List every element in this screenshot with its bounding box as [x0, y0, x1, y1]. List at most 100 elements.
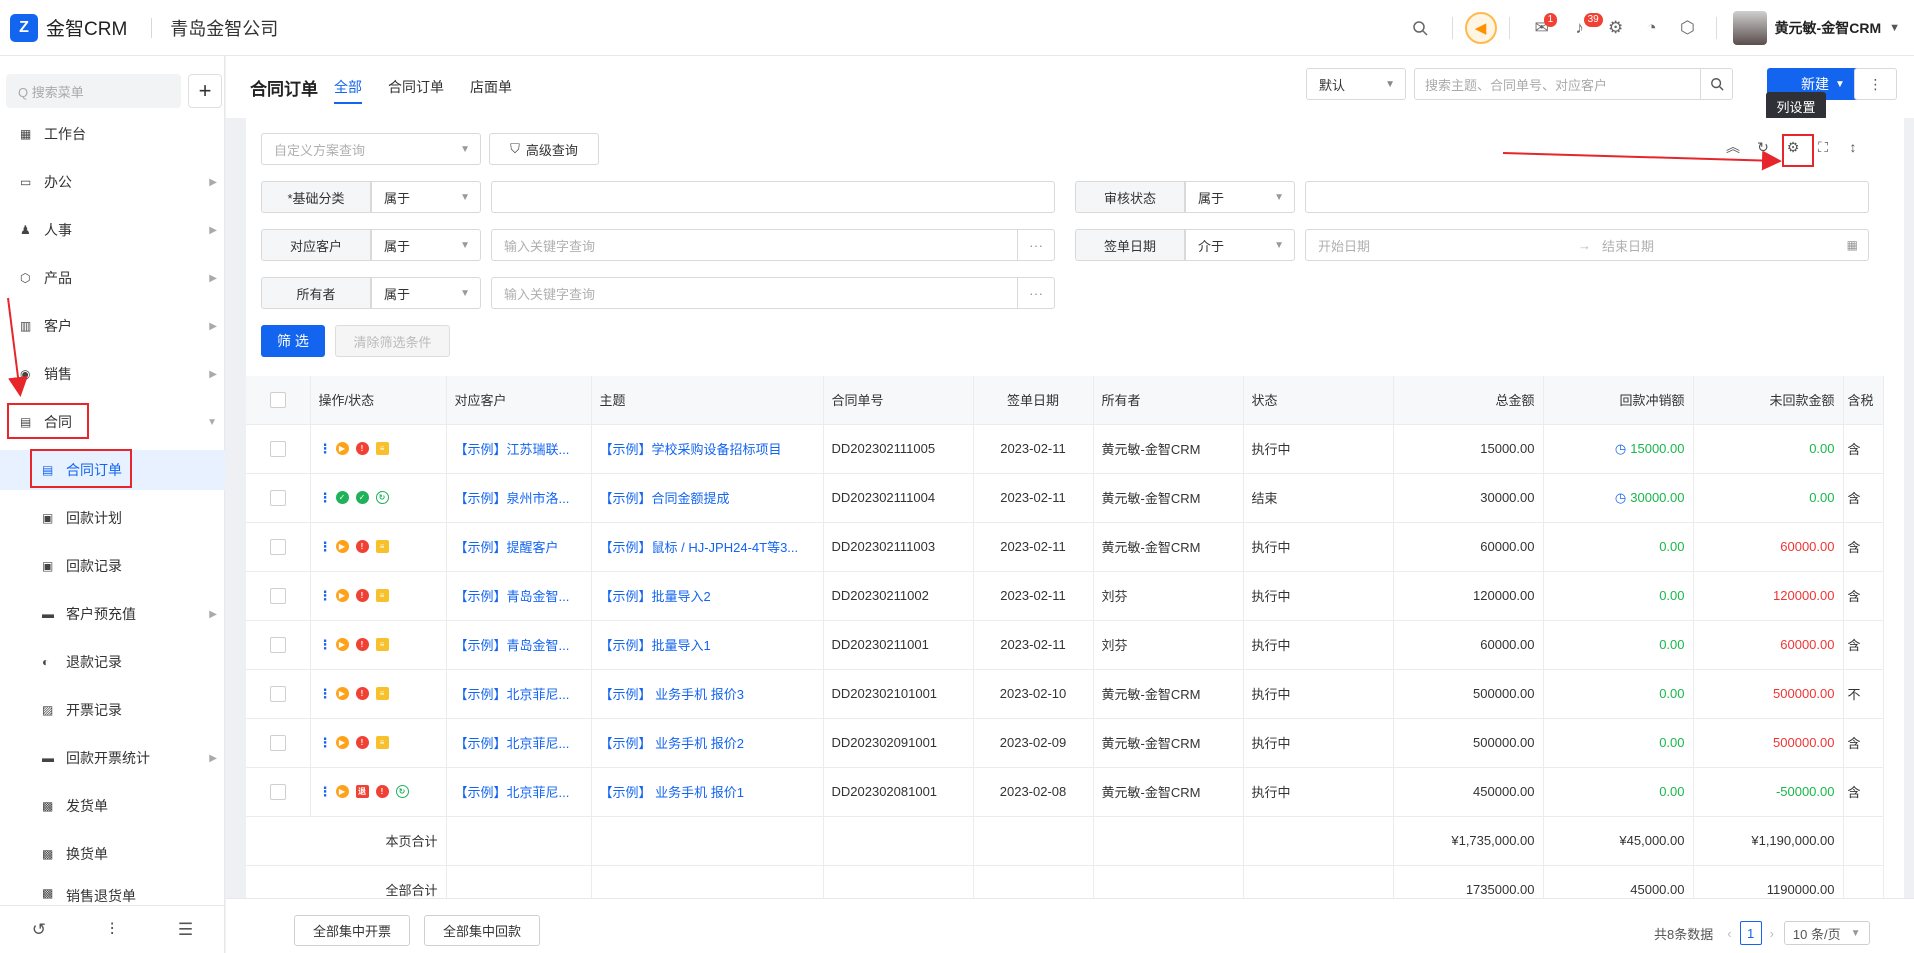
subject-link[interactable]: 【示例】 业务手机 报价1: [591, 767, 824, 817]
sidebar-item-customer[interactable]: ▥ 客户 ▶: [0, 306, 225, 346]
gear-icon[interactable]: ⚙: [1598, 8, 1634, 48]
table-row[interactable]: ⋮ ▶ 退! ↻ 【示例】北京菲尼... 【示例】 业务手机 报价1 DD202302…: [246, 767, 1884, 817]
more-button[interactable]: ⋮: [1854, 68, 1897, 100]
row-checkbox[interactable]: [246, 718, 311, 768]
search-button[interactable]: [1700, 68, 1733, 100]
chevron-down-icon[interactable]: ▼: [1889, 22, 1900, 34]
play-icon[interactable]: ▶: [335, 540, 349, 553]
table-row[interactable]: ⋮ ▶! ≡ 【示例】青岛金智... 【示例】批量导入2 DD20230211002…: [246, 571, 1884, 621]
sidebar-item-invoice[interactable]: ▨ 开票记录: [0, 690, 225, 730]
column-header[interactable]: 合同单号: [823, 376, 974, 425]
row-checkbox[interactable]: [246, 767, 311, 817]
refresh-icon[interactable]: ↻: [375, 491, 389, 504]
sidebar-item-workbench[interactable]: ▦ 工作台: [0, 114, 225, 154]
subject-link[interactable]: 【示例】合同金额提成: [591, 473, 824, 523]
play-icon[interactable]: ▶: [335, 442, 349, 455]
alert-icon[interactable]: !: [355, 589, 369, 602]
refresh-icon[interactable]: ↻: [1748, 132, 1778, 162]
customer-link[interactable]: 【示例】江苏瑞联...: [446, 424, 592, 474]
more-vertical-icon[interactable]: ⋮: [319, 637, 332, 653]
search-icon[interactable]: [1400, 8, 1440, 48]
customer-link[interactable]: 【示例】青岛金智...: [446, 571, 592, 621]
owner-keyword-input[interactable]: 输入关键字查询: [491, 277, 1018, 309]
batch-payment-button[interactable]: 全部集中回款: [424, 915, 540, 946]
more-vertical-icon[interactable]: ⋮: [319, 735, 332, 751]
table-row[interactable]: ⋮ ✓ ✓ ↻ 【示例】泉州市洛... 【示例】合同金额提成 DD2023021110…: [246, 473, 1884, 523]
view-select[interactable]: 默认 ▼: [1306, 68, 1406, 100]
column-header[interactable]: 回款冲销额: [1543, 376, 1694, 425]
sidebar-item-office[interactable]: ▭ 办公 ▶: [0, 162, 225, 202]
table-row[interactable]: ⋮ ▶! ≡ 【示例】青岛金智... 【示例】批量导入1 DD20230211001…: [246, 620, 1884, 670]
column-header[interactable]: 未回款金额: [1693, 376, 1844, 425]
more-vertical-icon[interactable]: ⋮: [319, 539, 332, 555]
column-header[interactable]: 含税: [1843, 376, 1884, 425]
sidebar-item-contract-order[interactable]: ▤ 合同订单: [0, 450, 225, 490]
page-number[interactable]: 1: [1739, 921, 1762, 945]
start-date-input[interactable]: 开始日期: [1318, 236, 1578, 255]
subject-link[interactable]: 【示例】学校采购设备招标项目: [591, 424, 824, 474]
row-checkbox[interactable]: [246, 620, 311, 670]
sidebar-item-payment-record[interactable]: ▣ 回款记录: [0, 546, 225, 586]
tab-contract-order[interactable]: 合同订单: [388, 56, 444, 118]
tab-all[interactable]: 全部: [334, 56, 362, 118]
sidebar-item-hr[interactable]: ♟ 人事 ▶: [0, 210, 225, 250]
table-row[interactable]: ⋮ ▶! ≡ 【示例】江苏瑞联... 【示例】学校采购设备招标项目 DD202302…: [246, 424, 1884, 474]
table-row[interactable]: ⋮ ▶! ≡ 【示例】提醒客户 【示例】鼠标 / HJ-JPH24-4T等3... …: [246, 522, 1884, 572]
document-icon[interactable]: ≡: [375, 638, 389, 651]
sidebar-item-payment-plan[interactable]: ▣ 回款计划: [0, 498, 225, 538]
column-header[interactable]: 操作/状态: [310, 376, 447, 425]
alert-icon[interactable]: !: [375, 785, 389, 798]
sign-date-range[interactable]: 开始日期 → 结束日期 ▦: [1305, 229, 1869, 261]
column-header[interactable]: 签单日期: [973, 376, 1094, 425]
refresh-icon[interactable]: ↻: [395, 785, 409, 798]
row-height-icon[interactable]: ↕: [1838, 132, 1868, 162]
company-name[interactable]: 青岛金智公司: [170, 15, 278, 41]
next-page-icon[interactable]: ›: [1770, 926, 1774, 941]
subject-link[interactable]: 【示例】 业务手机 报价2: [591, 718, 824, 768]
filter-button[interactable]: 筛 选: [261, 325, 325, 357]
more-vertical-icon[interactable]: ⋮: [319, 441, 332, 457]
select-all-checkbox[interactable]: [246, 376, 311, 425]
sidebar-item-sales-return[interactable]: ▩ 销售退货单: [0, 882, 225, 904]
end-date-input[interactable]: 结束日期: [1602, 236, 1654, 255]
document-icon[interactable]: ≡: [375, 736, 389, 749]
bell-icon[interactable]: ♪ 39: [1562, 8, 1603, 48]
row-checkbox[interactable]: [246, 571, 311, 621]
customer-link[interactable]: 【示例】青岛金智...: [446, 620, 592, 670]
sidebar-item-contract[interactable]: ▤ 合同 ▼: [0, 402, 225, 442]
customer-keyword-input[interactable]: 输入关键字查询: [491, 229, 1018, 261]
pie-chart-icon[interactable]: ◔: [1634, 8, 1670, 48]
document-icon[interactable]: ≡: [375, 540, 389, 553]
column-settings-icon[interactable]: ⚙: [1778, 132, 1808, 162]
play-icon[interactable]: ▶: [335, 638, 349, 651]
play-icon[interactable]: ▶: [335, 687, 349, 700]
alert-icon[interactable]: !: [355, 736, 369, 749]
sidebar-item-exchange[interactable]: ▩ 换货单: [0, 834, 225, 874]
custom-query-select[interactable]: 自定义方案查询 ▼: [261, 133, 481, 165]
more-vertical-icon[interactable]: ⋮: [319, 686, 332, 702]
add-button[interactable]: +: [188, 74, 222, 108]
column-header[interactable]: 主题: [591, 376, 824, 425]
customer-link[interactable]: 【示例】泉州市洛...: [446, 473, 592, 523]
advanced-query-button[interactable]: ⛉ 高级查询: [489, 133, 599, 165]
base-category-operator[interactable]: 属于 ▼: [371, 181, 481, 213]
sidebar-item-product[interactable]: ⬡ 产品 ▶: [0, 258, 225, 298]
sidebar-item-prepaid[interactable]: ▬ 客户预充值 ▶: [0, 594, 225, 634]
prev-page-icon[interactable]: ‹: [1727, 926, 1731, 941]
avatar[interactable]: [1732, 11, 1767, 45]
collapse-icon[interactable]: ︽: [1718, 132, 1748, 162]
alert-icon[interactable]: !: [355, 638, 369, 651]
document-icon[interactable]: ≡: [375, 589, 389, 602]
audit-status-value[interactable]: [1305, 181, 1869, 213]
base-category-value[interactable]: [491, 181, 1055, 213]
check-icon[interactable]: ✓: [335, 491, 349, 504]
document-icon[interactable]: ≡: [375, 687, 389, 700]
alert-icon[interactable]: !: [355, 540, 369, 553]
play-icon[interactable]: ▶: [335, 785, 349, 798]
stamp-icon[interactable]: 退: [355, 785, 369, 798]
collapse-menu-icon[interactable]: ☰: [178, 920, 193, 940]
logo[interactable]: Z 金智CRM: [10, 13, 127, 42]
batch-invoice-button[interactable]: 全部集中开票: [294, 915, 410, 946]
customer-link[interactable]: 【示例】北京菲尼...: [446, 669, 592, 719]
alert-icon[interactable]: !: [355, 442, 369, 455]
